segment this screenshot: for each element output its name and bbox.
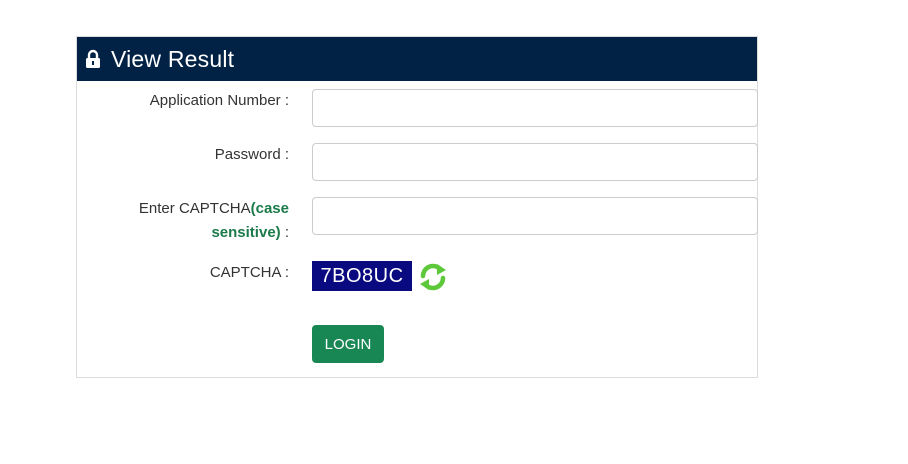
captcha-input-label-prefix: Enter CAPTCHA — [138, 200, 251, 217]
refresh-icon[interactable] — [417, 261, 449, 293]
captcha-input[interactable] — [312, 197, 758, 235]
captcha-label: CAPTCHA : — [209, 264, 289, 281]
password-label: Password : — [214, 146, 289, 163]
captcha-input-label-suffix: : — [280, 224, 289, 241]
lock-icon — [85, 49, 101, 69]
panel-header: View Result — [77, 37, 757, 81]
login-button[interactable]: LOGIN — [312, 325, 384, 363]
view-result-panel: View Result Application Number : Passwor… — [76, 36, 758, 378]
page-title: View Result — [111, 45, 235, 72]
application-number-label: Application Number : — [149, 92, 289, 109]
password-input[interactable] — [312, 143, 758, 181]
captcha-input-label: Enter CAPTCHA(case sensitive) : — [77, 197, 289, 245]
captcha-image: 7BO8UC — [312, 261, 412, 291]
application-number-input[interactable] — [312, 89, 758, 127]
